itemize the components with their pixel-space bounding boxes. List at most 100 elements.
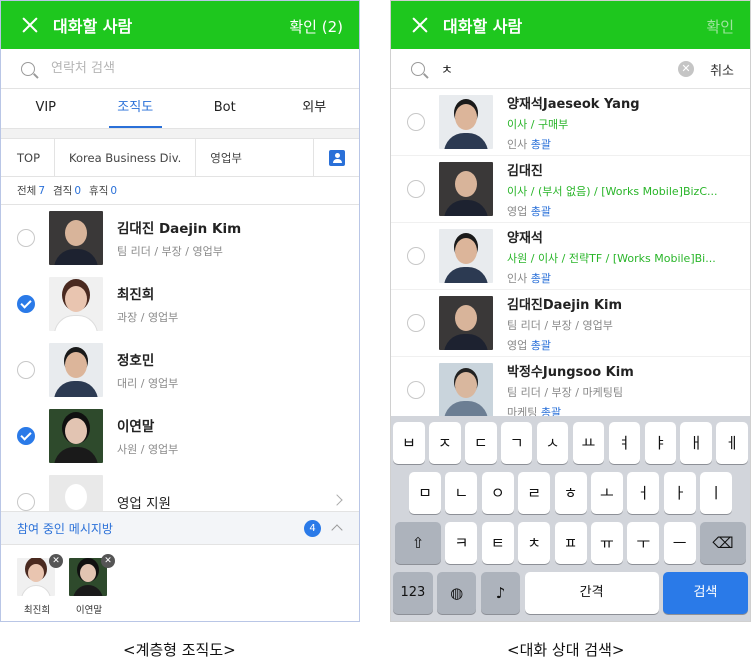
select-radio[interactable] (407, 314, 425, 332)
key[interactable]: ㅊ (518, 522, 551, 564)
result-dept: 영업 총괄 (507, 337, 737, 353)
member-row[interactable]: 최진희 과장 / 영업부 (1, 271, 359, 337)
result-dept: 인사 총괄 (507, 136, 737, 152)
result-row[interactable]: 양재석 사원 / 이사 / 전략TF / [Works Mobile]Bi...… (391, 223, 750, 290)
search-input[interactable] (51, 61, 251, 76)
select-radio[interactable] (17, 361, 35, 379)
joined-count-badge: 4 (304, 520, 321, 537)
dept-highlight: 총괄 (530, 137, 551, 151)
key[interactable]: ㅐ (680, 422, 712, 464)
result-row[interactable]: 김대진 이사 / (부서 없음) / [Works Mobile]BizC...… (391, 156, 750, 223)
search-key[interactable]: 검색 (663, 572, 748, 614)
key[interactable]: ㅔ (716, 422, 748, 464)
concurrent-count: 0 (74, 185, 82, 197)
key[interactable]: ㄹ (518, 472, 551, 514)
dept-prefix: 인사 (507, 271, 531, 285)
avatar (49, 343, 103, 397)
result-title: 이사 / 구매부 (507, 117, 569, 131)
chevron-up-icon[interactable] (331, 524, 343, 536)
key[interactable]: ㅕ (608, 422, 641, 464)
tab-external[interactable]: 외부 (270, 89, 360, 128)
clear-icon[interactable]: ✕ (678, 61, 694, 77)
remove-icon[interactable]: ✕ (101, 554, 115, 568)
select-radio[interactable] (407, 180, 425, 198)
shift-key[interactable]: ⇧ (395, 522, 441, 564)
tab-org-chart[interactable]: 조직도 (91, 89, 181, 128)
leave-label: 휴직 (89, 185, 109, 197)
key[interactable]: ㅣ (700, 472, 732, 514)
close-icon[interactable] (411, 16, 429, 34)
breadcrumb-division[interactable]: Korea Business Div. (55, 138, 197, 177)
key[interactable]: ㅋ (445, 522, 478, 564)
cancel-button[interactable]: 취소 (710, 60, 734, 79)
key[interactable]: ㅎ (554, 472, 587, 514)
contact-book-button[interactable] (313, 139, 359, 177)
result-row[interactable]: 박정수Jungsoo Kim 팀 리더 / 부장 / 마케팅팀 마케팅 총괄 (391, 357, 750, 424)
joined-chatrooms-bar[interactable]: 참여 중인 메시지방 4 (1, 511, 359, 545)
search-icon (21, 61, 35, 76)
result-title: 팀 리더 / 부장 / 영업부 (507, 318, 613, 332)
key[interactable]: ㄴ (445, 472, 478, 514)
dept-prefix: 인사 (507, 137, 531, 151)
result-name: 김대진Daejin Kim (507, 297, 623, 313)
result-name: 양재석 (507, 230, 543, 246)
key[interactable]: ㅑ (644, 422, 677, 464)
member-row[interactable]: 이연말 사원 / 영업부 (1, 403, 359, 469)
key[interactable]: ㅓ (627, 472, 660, 514)
select-radio[interactable] (407, 247, 425, 265)
result-dept: 인사 총괄 (507, 270, 737, 286)
globe-icon[interactable]: ◍ (436, 572, 477, 614)
total-count: 7 (38, 185, 46, 197)
space-key[interactable]: 간격 (524, 572, 659, 614)
key[interactable]: ㅡ (663, 522, 696, 564)
numbers-key[interactable]: 123 (393, 572, 433, 614)
confirm-button-disabled: 확인 (706, 18, 734, 36)
breadcrumb: TOP Korea Business Div. 영업부 (1, 138, 359, 177)
confirm-button[interactable]: 확인 (2) (289, 16, 343, 37)
key[interactable]: ㅠ (590, 522, 623, 564)
result-row[interactable]: 김대진Daejin Kim 팀 리더 / 부장 / 영업부 영업 총괄 (391, 290, 750, 357)
select-radio[interactable] (407, 381, 425, 399)
header-title: 대화할 사람 (443, 17, 523, 36)
member-title: 과장 / 영업부 (117, 311, 179, 324)
key[interactable]: ㅏ (663, 472, 696, 514)
result-row[interactable]: 양재석Jaeseok Yang 이사 / 구매부 인사 총괄 (391, 89, 750, 156)
org-chart-screen: 대화할 사람 확인 (2) VIP 조직도 Bot 외부 TOP Korea B… (0, 0, 360, 622)
tab-vip[interactable]: VIP (1, 89, 91, 128)
close-icon[interactable] (21, 16, 39, 34)
backspace-key[interactable]: ⌫ (700, 522, 746, 564)
key[interactable]: ㅈ (429, 422, 461, 464)
key[interactable]: ㅌ (481, 522, 514, 564)
key[interactable]: ㅍ (554, 522, 587, 564)
breadcrumb-department: 영업부 (210, 150, 243, 165)
left-caption: <계층형 조직도> (123, 641, 236, 659)
key[interactable]: ㅜ (627, 522, 660, 564)
remove-icon[interactable]: ✕ (49, 554, 63, 568)
microphone-icon[interactable]: ♪ (480, 572, 521, 614)
dept-prefix: 영업 (507, 338, 531, 352)
search-input[interactable] (441, 61, 641, 76)
select-radio[interactable] (407, 113, 425, 131)
key[interactable]: ㅗ (590, 472, 623, 514)
select-radio[interactable] (17, 493, 35, 511)
joined-chatrooms-label: 참여 중인 메시지방 (17, 521, 113, 536)
selected-chip[interactable]: ✕ 이연말 (69, 554, 115, 616)
selected-chip[interactable]: ✕ 최진희 (17, 554, 63, 616)
key[interactable]: ㅇ (481, 472, 514, 514)
select-radio-checked[interactable] (17, 427, 35, 445)
select-radio-checked[interactable] (17, 295, 35, 313)
breadcrumb-top[interactable]: TOP (1, 138, 56, 177)
key[interactable]: ㅁ (409, 472, 441, 514)
avatar (439, 95, 493, 149)
member-row[interactable]: 김대진 Daejin Kim 팀 리더 / 부장 / 영업부 (1, 205, 359, 271)
tab-bot[interactable]: Bot (180, 89, 270, 128)
key[interactable]: ㄱ (500, 422, 533, 464)
key[interactable]: ㄷ (464, 422, 497, 464)
select-radio[interactable] (17, 229, 35, 247)
member-row[interactable]: 정호민 대리 / 영업부 (1, 337, 359, 403)
result-title: 팀 리더 / 부장 / 마케팅팀 (507, 385, 623, 399)
key[interactable]: ㅅ (536, 422, 569, 464)
concurrent-label: 겸직 (53, 185, 73, 197)
key[interactable]: ㅂ (393, 422, 425, 464)
key[interactable]: ㅛ (572, 422, 605, 464)
